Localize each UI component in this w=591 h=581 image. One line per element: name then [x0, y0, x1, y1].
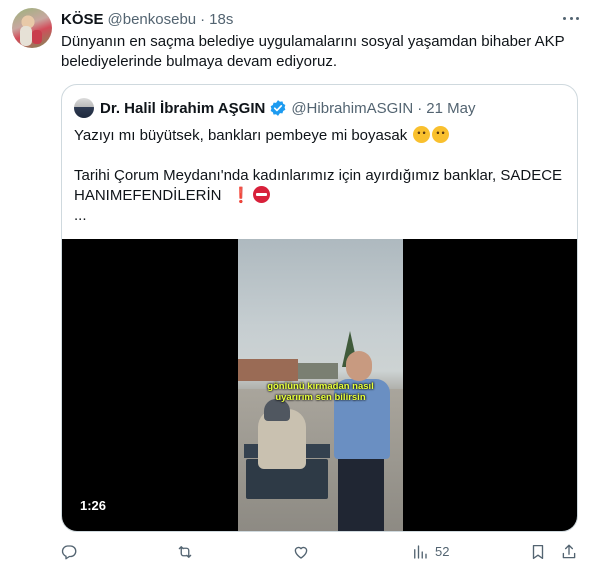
tweet[interactable]: KÖSE @benkosebu · 18s Dünyanın en saçma … — [0, 0, 591, 581]
quoted-tweet-header: Dr. Halil İbrahim AŞGIN @HibrahimASGIN ·… — [74, 98, 475, 118]
quoted-text-line-1: Yazıyı mı büyütsek, bankları pembeye mi … — [74, 127, 408, 144]
retweet-icon — [178, 546, 192, 558]
quoted-author-handle[interactable]: @HibrahimASGIN — [291, 100, 413, 117]
retweet-button[interactable] — [176, 542, 196, 562]
quoted-text-line: Yazıyı mı büyütsek, bankları pembeye mi … — [74, 126, 569, 146]
tweet-text: Dünyanın en saçma belediye uygulamaların… — [61, 33, 565, 70]
exclamation-mark-icon: ❗ — [231, 187, 251, 204]
reply-icon — [61, 545, 77, 560]
thinking-face-emoji-icon — [432, 126, 450, 143]
views-icon — [414, 545, 427, 559]
like-icon — [294, 546, 308, 559]
more-options-icon[interactable] — [561, 10, 581, 26]
video-frame[interactable]: gönlünü kırmadan nasıl uyarırım sen bili… — [238, 239, 403, 531]
tweet-time[interactable]: 18s — [209, 11, 233, 28]
video-building — [298, 363, 338, 379]
quoted-text-line-3: HANIMEFENDİLERİN — [74, 187, 222, 204]
author-name[interactable]: KÖSE — [61, 11, 104, 28]
tweet-header: KÖSE @benkosebu · 18s — [61, 9, 233, 29]
avatar-figure-child — [32, 30, 42, 44]
quoted-text-ellipsis: ... — [74, 207, 87, 224]
video-duration-badge: 1:26 — [74, 496, 113, 516]
quoted-text-line-2: Tarihi Çorum Meydanı'nda kadınlarımız iç… — [74, 167, 563, 184]
author-handle[interactable]: @benkosebu — [108, 11, 197, 28]
video-subtitle-line-2: uyarırım sen bilirsin — [275, 392, 366, 403]
quoted-text-line: HANIMEFENDİLERİN ❗ — [74, 186, 569, 206]
more-dot — [576, 16, 579, 20]
video-standing-man-head — [346, 351, 372, 381]
views-button[interactable] — [411, 542, 431, 562]
video-subtitle-line-1: gönlünü kırmadan nasıl — [267, 381, 374, 392]
quoted-author-avatar[interactable] — [74, 98, 94, 118]
thinking-face-emoji-icon — [413, 126, 431, 143]
video-building — [238, 359, 298, 381]
quoted-tweet-time[interactable]: 21 May — [426, 100, 475, 117]
video-subtitle: gönlünü kırmadan nasıl uyarırım sen bili… — [238, 381, 403, 403]
quoted-tweet-text: Yazıyı mı büyütsek, bankları pembeye mi … — [74, 126, 569, 226]
more-dot — [569, 16, 573, 20]
share-icon — [562, 544, 576, 559]
views-count: 52 — [435, 544, 450, 559]
tweet-actions-bar: 52 — [60, 540, 582, 564]
avatar-figure-adult — [20, 26, 32, 46]
verified-badge-icon — [270, 100, 286, 116]
reply-button[interactable] — [60, 542, 80, 562]
quoted-header-separator: · — [417, 99, 423, 117]
quoted-author-name[interactable]: Dr. Halil İbrahim AŞGIN — [100, 100, 265, 117]
no-entry-emoji-icon — [253, 186, 271, 203]
video-player[interactable]: gönlünü kırmadan nasıl uyarırım sen bili… — [62, 239, 577, 531]
video-standing-man-legs — [338, 457, 384, 531]
like-button[interactable] — [292, 542, 312, 562]
author-avatar[interactable] — [12, 8, 52, 48]
share-button[interactable] — [560, 542, 580, 562]
bookmark-button[interactable] — [529, 542, 549, 562]
more-dot — [563, 16, 566, 20]
bookmark-icon — [532, 544, 544, 560]
quoted-tweet[interactable]: Dr. Halil İbrahim AŞGIN @HibrahimASGIN ·… — [61, 84, 578, 532]
header-separator: · — [200, 10, 206, 28]
